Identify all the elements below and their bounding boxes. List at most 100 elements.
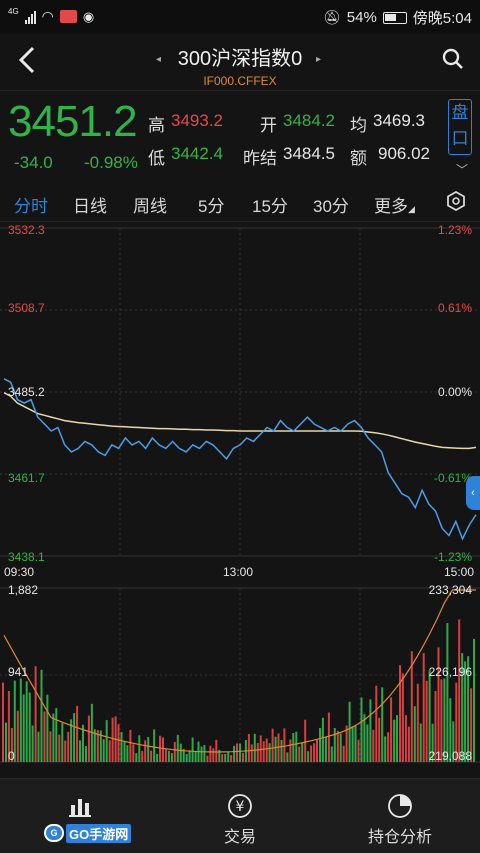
- volume-bar: [390, 697, 393, 762]
- volume-bar: [316, 740, 318, 762]
- volume-bar: [387, 732, 390, 762]
- nav-trade[interactable]: ¥ 交易: [160, 779, 320, 853]
- volume-bar: [73, 713, 76, 762]
- price-tick-left: 3508.7: [8, 301, 45, 315]
- volume-bar: [102, 739, 105, 762]
- volume-bar: [144, 740, 147, 762]
- amount-label: 额: [350, 149, 367, 168]
- volume-bar: [348, 701, 351, 762]
- tab-weekly[interactable]: 周线: [133, 192, 167, 217]
- volume-bar: [354, 726, 357, 762]
- clock: 傍晚5:04: [412, 10, 472, 27]
- volume-bar: [188, 750, 191, 762]
- volume-bar: [203, 745, 206, 762]
- volume-bar: [206, 755, 209, 762]
- volume-bar: [22, 694, 25, 762]
- amount-value: 906.02: [378, 144, 430, 163]
- nav-trade-label: 交易: [223, 829, 256, 846]
- pct-tick-right: 1.23%: [437, 223, 472, 237]
- watermark-logo: G GO手游网: [44, 823, 132, 843]
- tab-5min[interactable]: 5分: [198, 192, 224, 217]
- volume-bar: [307, 751, 310, 762]
- volume-bar: [422, 653, 425, 762]
- volume-bar: [425, 680, 428, 762]
- volume-bar: [55, 708, 58, 762]
- volume-bar: [120, 732, 123, 762]
- volume-bar: [28, 692, 31, 762]
- volume-bar: [167, 750, 170, 762]
- oi-tick-right: 219,088: [428, 749, 472, 763]
- volume-bar: [304, 719, 307, 762]
- volume-bar: [64, 740, 67, 762]
- volume-bar: [360, 697, 363, 762]
- volume-bar: [319, 727, 321, 762]
- volume-bar: [369, 699, 372, 762]
- open-value: 3484.2: [283, 111, 335, 130]
- chevron-down-icon[interactable]: ﹀: [456, 161, 468, 178]
- volume-bar: [298, 746, 301, 762]
- volume-bar: [446, 623, 449, 762]
- volume-bar: [221, 754, 224, 762]
- tab-more[interactable]: 更多◢: [374, 192, 415, 217]
- price-change: -34.0: [14, 153, 53, 172]
- volume-bar: [2, 682, 4, 762]
- volume-bar: [159, 735, 161, 762]
- volume-bar: [336, 730, 339, 762]
- volume-bar: [399, 665, 401, 762]
- tab-30min[interactable]: 30分: [313, 192, 349, 217]
- volume-bar: [407, 726, 410, 762]
- pankou-button[interactable]: 盘口: [448, 99, 472, 155]
- volume-bar: [283, 728, 286, 762]
- pct-tick-right: 0.00%: [437, 385, 472, 399]
- prev-settle-value: 3484.5: [283, 144, 335, 163]
- volume-bar: [381, 687, 384, 762]
- prev-settle-label: 昨结: [243, 149, 277, 168]
- open-label: 开: [260, 116, 277, 135]
- price-tick-left: 3461.7: [8, 471, 45, 485]
- volume-bar: [473, 638, 475, 762]
- volume-bar: [250, 744, 253, 762]
- chart-canvas: [0, 227, 480, 763]
- volume-bar: [176, 734, 179, 762]
- volume-tick-left: 1,882: [8, 583, 39, 597]
- tab-15min[interactable]: 15分: [252, 192, 288, 217]
- network-type: 4G: [8, 7, 19, 16]
- volume-bar: [327, 712, 330, 762]
- nav-position-analysis[interactable]: 持仓分析: [320, 779, 480, 853]
- volume-bar: [256, 743, 259, 762]
- volume-bar: [164, 749, 167, 762]
- volume-bar: [31, 725, 34, 762]
- tab-daily[interactable]: 日线: [73, 192, 107, 217]
- tab-intraday[interactable]: 分时: [14, 192, 48, 225]
- signal-icon: [24, 10, 36, 24]
- volume-bar: [49, 731, 52, 762]
- volume-bar: [43, 711, 46, 762]
- header: ◂ 300沪深指数0 IF000.CFFEX ▸: [0, 34, 480, 90]
- volume-bar: [242, 752, 244, 762]
- settings-hex-icon[interactable]: [446, 191, 466, 211]
- time-label: 15:00: [443, 565, 474, 579]
- volume-bar: [162, 737, 164, 762]
- volume-bar: [271, 728, 274, 762]
- volume-bar: [67, 731, 70, 762]
- volume-bar: [200, 746, 203, 762]
- yen-coin-icon: ¥: [228, 794, 252, 818]
- volume-bar: [259, 735, 262, 762]
- volume-tick-left: 941: [8, 665, 29, 679]
- volume-bar: [37, 731, 40, 762]
- app-notification-icon: [59, 10, 77, 23]
- search-icon[interactable]: [442, 48, 464, 70]
- volume-bar: [224, 754, 227, 762]
- volume-bar: [375, 685, 378, 762]
- volume-bar: [274, 736, 277, 762]
- side-panel-handle[interactable]: ‹: [466, 476, 480, 510]
- high-label: 高: [148, 116, 165, 135]
- volume-bar: [179, 743, 182, 762]
- next-instrument-icon[interactable]: ▸: [316, 54, 321, 65]
- intraday-chart[interactable]: 3532.3 3508.7 3485.2 3461.7 3438.1 1.23%…: [0, 222, 480, 767]
- volume-bar: [170, 753, 173, 762]
- volume-bar: [150, 750, 153, 762]
- volume-bar: [247, 734, 250, 762]
- nav-quotes[interactable]: G GO手游网: [0, 779, 160, 853]
- last-price: 3451.2: [8, 97, 138, 146]
